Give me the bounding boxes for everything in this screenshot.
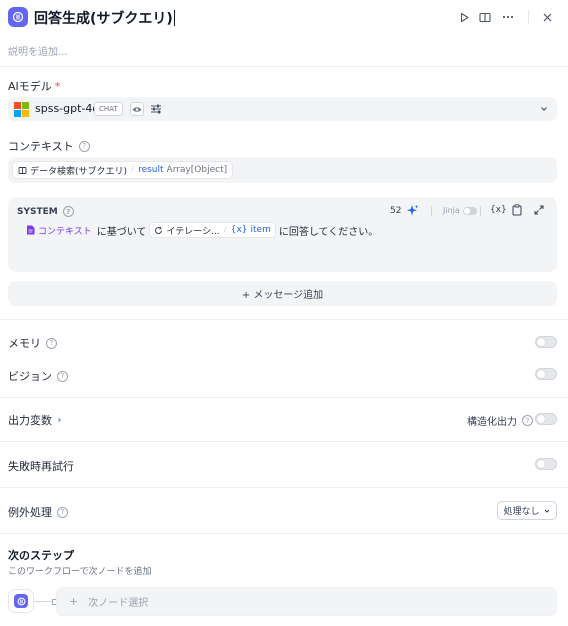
chevron-down-icon <box>544 509 549 513</box>
run-icon[interactable] <box>456 9 472 25</box>
structured-output-toggle[interactable] <box>535 413 557 425</box>
model-label: AIモデル * <box>8 79 61 94</box>
add-message-button[interactable]: + メッセージ追加 <box>8 281 557 306</box>
toolbar-divider <box>431 206 432 216</box>
ai-generate-sparkle-icon[interactable] <box>406 204 419 217</box>
toolbar-divider <box>480 206 481 216</box>
current-node-icon <box>8 589 34 613</box>
divider <box>0 319 568 320</box>
close-icon[interactable] <box>539 9 555 25</box>
system-role-label: SYSTEM? <box>17 206 74 217</box>
book-icon[interactable] <box>477 9 493 25</box>
memory-label: メモリ? <box>8 335 57 351</box>
header-divider <box>528 10 529 24</box>
context-variable-tag[interactable]: データ検索(サブクエリ) / result Array[Object] <box>12 161 234 179</box>
chevron-down-icon[interactable] <box>539 104 549 114</box>
context-reference-tag: コンテキスト <box>24 222 94 238</box>
help-icon[interactable]: ? <box>62 206 74 217</box>
iteration-reference-tag: イテレーシ... / {x} item <box>149 222 276 238</box>
context-label: コンテキスト? <box>8 138 90 154</box>
plus-icon: + <box>69 595 79 608</box>
vision-eye-icon <box>130 102 144 116</box>
knowledge-icon <box>18 166 27 175</box>
divider <box>0 487 568 488</box>
retry-toggle[interactable] <box>535 458 557 470</box>
help-icon[interactable]: ? <box>57 370 68 382</box>
char-count: 52 <box>390 206 402 216</box>
divider <box>0 397 568 398</box>
structured-output-label: 構造化出力? <box>467 413 533 428</box>
chat-mode-badge: CHAT <box>94 102 123 116</box>
microsoft-logo-icon <box>14 102 29 117</box>
jinja-toggle[interactable]: Jinja <box>443 206 477 215</box>
help-icon[interactable]: ? <box>78 140 90 152</box>
insert-variable-icon[interactable]: {x} <box>490 205 507 215</box>
select-next-node-button[interactable]: + 次ノード選択 <box>56 587 557 616</box>
divider <box>0 441 568 442</box>
vision-label: ビジョン? <box>8 368 68 384</box>
description-input[interactable]: 説明を追加... <box>8 43 68 58</box>
panel-header: 回答生成(サブクエリ) <box>0 0 568 36</box>
context-selector[interactable]: データ検索(サブクエリ) / result Array[Object] <box>8 157 557 183</box>
expand-icon[interactable] <box>534 205 544 218</box>
memory-toggle[interactable] <box>535 336 557 348</box>
model-params-icon[interactable] <box>149 102 163 116</box>
help-icon[interactable]: ? <box>57 506 68 518</box>
caret-right-icon <box>58 417 62 423</box>
system-prompt-text[interactable]: コンテキスト に基づいて イテレーシ... / {x} item に回答してくだ… <box>21 222 378 238</box>
model-selector[interactable]: spss-gpt-4o CHAT <box>8 97 557 121</box>
output-variables-label[interactable]: 出力変数 <box>8 412 64 428</box>
next-step-title: 次のステップ <box>8 549 74 562</box>
next-step-subtitle: このワークフローで次ノードを追加 <box>8 567 152 577</box>
model-name: spss-gpt-4o <box>35 102 100 115</box>
divider <box>0 533 568 534</box>
error-handling-select[interactable]: 処理なし <box>497 501 557 520</box>
divider <box>0 66 568 67</box>
llm-node-icon <box>8 7 28 27</box>
retry-label: 失敗時再試行 <box>8 460 74 473</box>
node-title[interactable]: 回答生成(サブクエリ) <box>34 8 175 28</box>
clipboard-icon[interactable] <box>512 204 522 219</box>
node-connector <box>34 599 58 605</box>
help-icon[interactable]: ? <box>522 415 533 426</box>
more-icon[interactable] <box>500 9 516 25</box>
help-icon[interactable]: ? <box>46 337 57 349</box>
vision-toggle[interactable] <box>535 368 557 380</box>
system-prompt-editor[interactable]: SYSTEM? 52 Jinja {x} コンテキスト に基づいて イテレーシ.… <box>8 197 557 272</box>
error-handling-label: 例外処理? <box>8 504 68 520</box>
